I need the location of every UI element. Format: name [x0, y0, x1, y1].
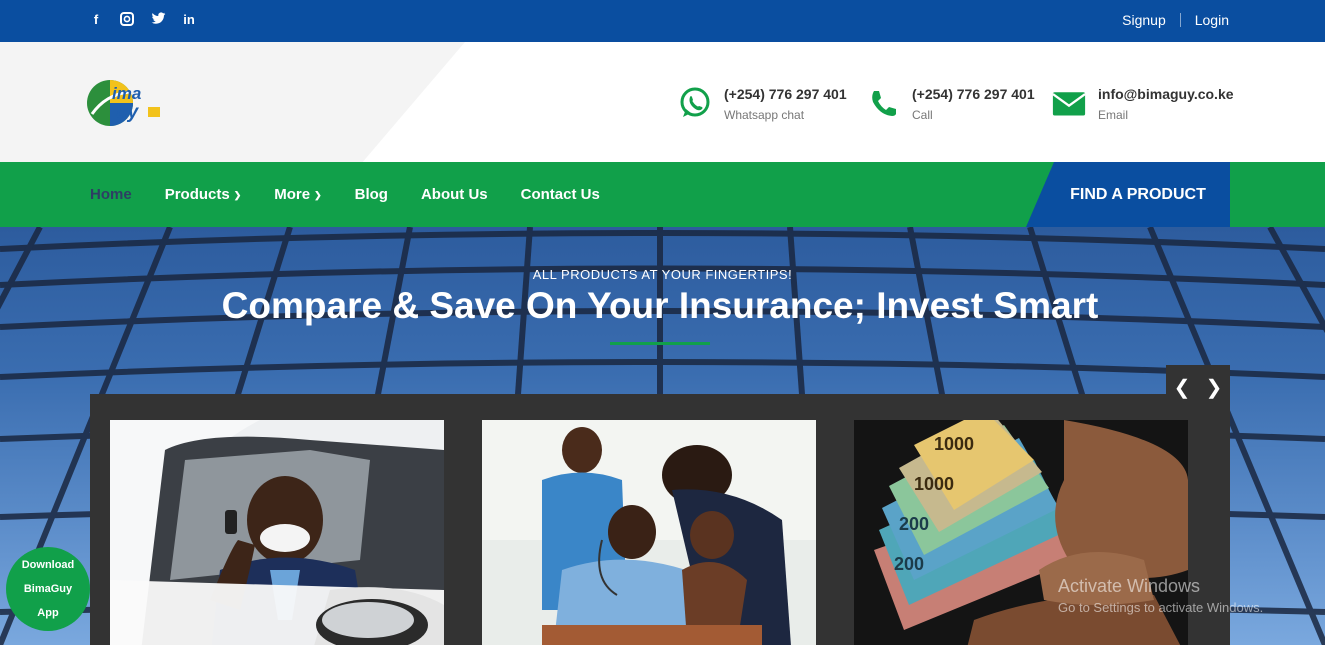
- twitter-icon[interactable]: [150, 12, 166, 28]
- top-bar: f in Signup Login: [0, 0, 1325, 42]
- instagram-icon[interactable]: [119, 12, 135, 28]
- whatsapp-contact[interactable]: (+254) 776 297 401 Whatsapp chat: [678, 86, 847, 122]
- phone-number: (+254) 776 297 401: [912, 86, 1035, 102]
- nav-menu: Home Products ❯ More ❯ Blog About Us Conta…: [90, 162, 600, 227]
- medical-image: [482, 420, 816, 645]
- divider: [1179, 13, 1181, 27]
- whatsapp-number: (+254) 776 297 401: [724, 86, 847, 102]
- svg-text:uy: uy: [116, 102, 140, 123]
- nav-label: Blog: [354, 186, 388, 203]
- product-card-motor[interactable]: [110, 420, 444, 645]
- chevron-down-icon: ❯: [233, 190, 242, 200]
- site-header: ima uy (+254) 776 297 401 Whatsapp chat …: [0, 42, 1325, 162]
- svg-text:200: 200: [899, 514, 929, 534]
- chevron-left-icon[interactable]: ❮: [1168, 375, 1197, 400]
- hero-tagline: ALL PRODUCTS AT YOUR FINGERTIPS!: [532, 267, 793, 282]
- chevron-right-icon[interactable]: ❯: [1200, 375, 1229, 400]
- bimaguy-logo[interactable]: ima uy: [86, 74, 176, 132]
- nav-item-blog[interactable]: Blog: [355, 186, 388, 203]
- activate-windows-subtitle: Go to Settings to activate Windows.: [1058, 600, 1264, 615]
- download-line-3: App: [37, 607, 59, 619]
- envelope-icon: [1052, 86, 1086, 120]
- svg-text:200: 200: [894, 554, 924, 574]
- svg-text:1000: 1000: [914, 474, 954, 494]
- linkedin-icon[interactable]: in: [181, 12, 197, 28]
- nav-item-more[interactable]: More ❯: [274, 186, 321, 203]
- social-links: f in: [88, 12, 197, 28]
- phone-contact[interactable]: (+254) 776 297 401 Call: [866, 86, 1035, 122]
- download-app-button[interactable]: Download BimaGuy App: [6, 547, 90, 631]
- phone-icon: [866, 86, 900, 120]
- nav-label: More: [274, 186, 311, 203]
- download-line-1: Download: [21, 559, 75, 571]
- car-owner-image: [110, 420, 444, 645]
- nav-label: Home: [90, 186, 132, 203]
- main-nav: Home Products ❯ More ❯ Blog About Us Conta…: [0, 162, 1325, 227]
- phone-label: Call: [912, 108, 933, 122]
- nav-label: Products: [164, 186, 230, 203]
- auth-links: Signup Login: [1122, 12, 1229, 28]
- hero-title: Compare & Save On Your Insurance; Invest…: [221, 285, 1099, 326]
- nav-label: About Us: [420, 186, 488, 203]
- email-address: info@bimaguy.co.ke: [1098, 86, 1234, 102]
- whatsapp-label: Whatsapp chat: [724, 108, 805, 122]
- nav-item-home[interactable]: Home: [90, 186, 132, 203]
- signup-link[interactable]: Signup: [1122, 12, 1166, 28]
- svg-text:ima: ima: [112, 84, 141, 103]
- find-product-button[interactable]: FIND A PRODUCT: [1026, 162, 1230, 227]
- chevron-down-icon: ❯: [314, 190, 322, 200]
- hero-divider: [610, 342, 710, 345]
- facebook-icon[interactable]: f: [88, 12, 104, 28]
- nav-label: Contact Us: [520, 186, 600, 203]
- nav-item-products[interactable]: Products ❯: [165, 186, 242, 203]
- activate-windows-title: Activate Windows: [1058, 576, 1201, 596]
- email-label: Email: [1098, 108, 1129, 122]
- svg-text:1000: 1000: [934, 434, 974, 454]
- download-line-2: BimaGuy: [23, 583, 73, 595]
- carousel-controls: ❮ ❯: [1166, 365, 1230, 409]
- product-card-medical[interactable]: [482, 420, 816, 645]
- nav-item-about-us[interactable]: About Us: [421, 186, 488, 203]
- header-accent-shape: [0, 42, 465, 162]
- nav-item-contact-us[interactable]: Contact Us: [521, 186, 600, 203]
- email-contact[interactable]: info@bimaguy.co.ke Email: [1052, 86, 1234, 122]
- login-link[interactable]: Login: [1195, 12, 1229, 28]
- whatsapp-icon: [678, 86, 712, 120]
